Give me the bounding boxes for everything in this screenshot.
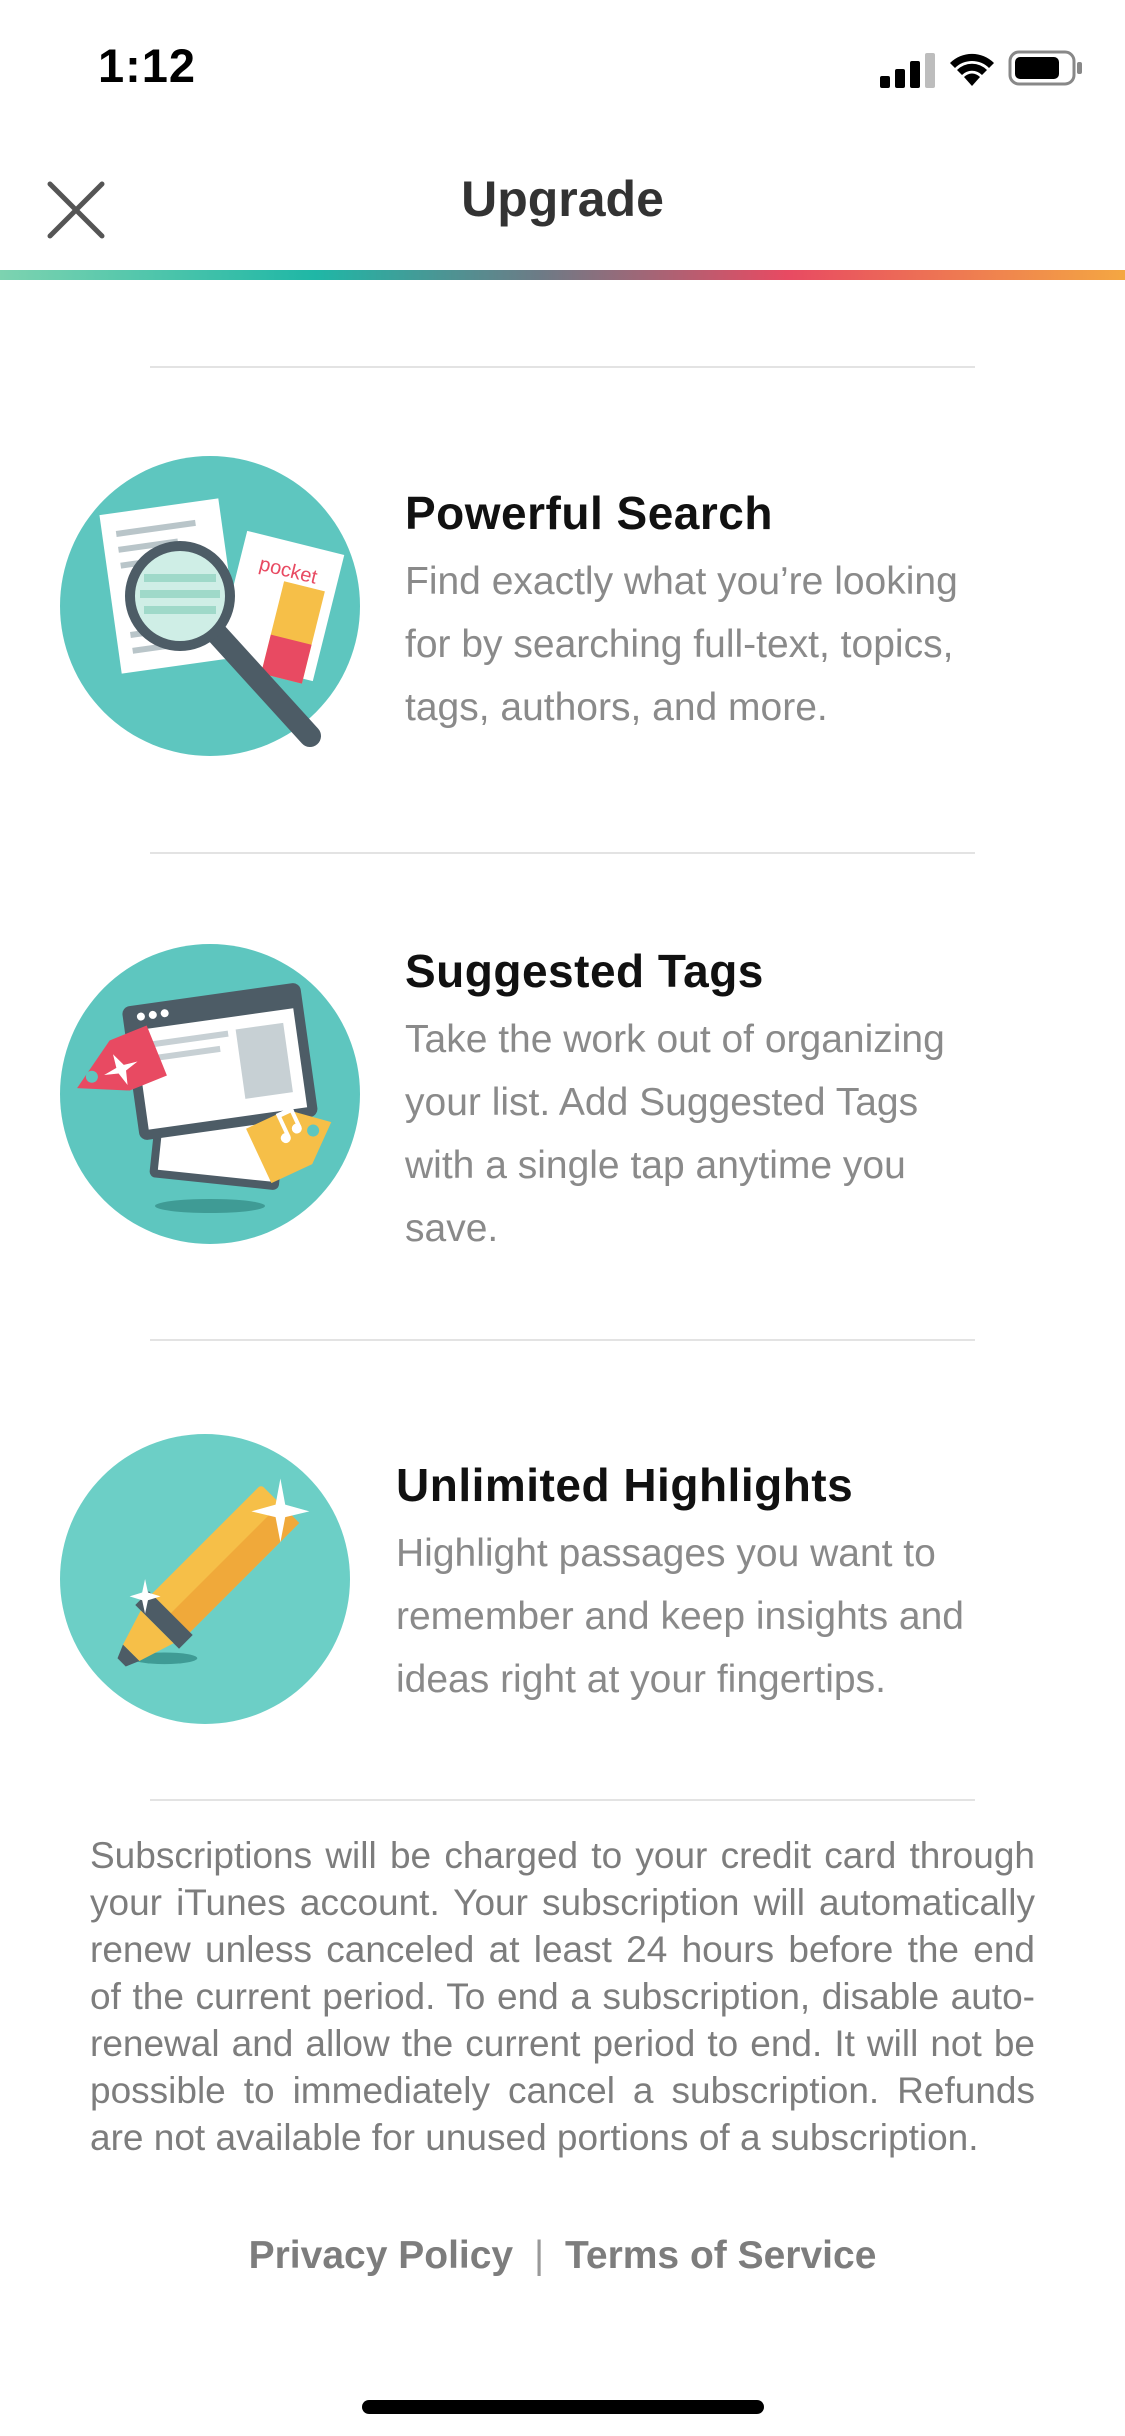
- feature-title: Suggested Tags: [405, 945, 764, 997]
- feature-description-line: save.: [405, 1207, 499, 1250]
- feature-description: Find exactly what you’re looking for by …: [405, 550, 958, 739]
- feature-description: Take the work out of organizing your lis…: [405, 1008, 945, 1260]
- page-title: Upgrade: [461, 171, 664, 227]
- battery-icon: [1008, 50, 1082, 86]
- status-time: 1:12: [98, 39, 197, 92]
- divider: [150, 1339, 975, 1341]
- wifi-icon: [950, 53, 994, 86]
- divider: [150, 1799, 975, 1801]
- feature-text: Suggested Tags Take the work out of orga…: [405, 944, 945, 1260]
- divider: [150, 366, 975, 368]
- feature-description-line: your list. Add Suggested Tags: [405, 1081, 919, 1124]
- feature-description-line: ideas right at your fingertips.: [396, 1658, 886, 1701]
- status-bar: 1:12: [0, 0, 1125, 140]
- feature-text: Unlimited Highlights Highlight passages …: [396, 1458, 964, 1711]
- privacy-policy-link[interactable]: Privacy Policy: [249, 2234, 514, 2277]
- feature-text: Powerful Search Find exactly what you’re…: [405, 486, 958, 739]
- feature-description: Highlight passages you want to remember …: [396, 1522, 964, 1711]
- cellular-signal-icon: [880, 53, 935, 88]
- highlighter-icon: [60, 1434, 350, 1724]
- accent-gradient-bar: [0, 270, 1125, 280]
- footer-links: Privacy Policy | Terms of Service: [0, 2234, 1125, 2278]
- feature-description-line: for by searching full-text, topics,: [405, 623, 954, 666]
- link-separator: |: [533, 2234, 545, 2277]
- terms-of-service-link[interactable]: Terms of Service: [565, 2234, 876, 2277]
- feature-description-line: with a single tap anytime you: [405, 1144, 906, 1187]
- divider: [150, 852, 975, 854]
- magnifier-icon: pocket: [60, 456, 360, 756]
- feature-description-line: tags, authors, and more.: [405, 686, 828, 729]
- nav-bar: Upgrade: [0, 140, 1125, 274]
- tags-icon: [60, 944, 360, 1244]
- subscription-legal-text: Subscriptions will be charged to your cr…: [90, 1835, 1035, 2158]
- feature-title: Powerful Search: [405, 487, 773, 539]
- feature-description-line: Find exactly what you’re looking: [405, 560, 958, 603]
- feature-description-line: Highlight passages you want to: [396, 1532, 936, 1575]
- feature-title: Unlimited Highlights: [396, 1459, 854, 1511]
- home-indicator[interactable]: [362, 2400, 764, 2414]
- feature-description-line: remember and keep insights and: [396, 1595, 964, 1638]
- feature-description-line: Take the work out of organizing: [405, 1018, 945, 1061]
